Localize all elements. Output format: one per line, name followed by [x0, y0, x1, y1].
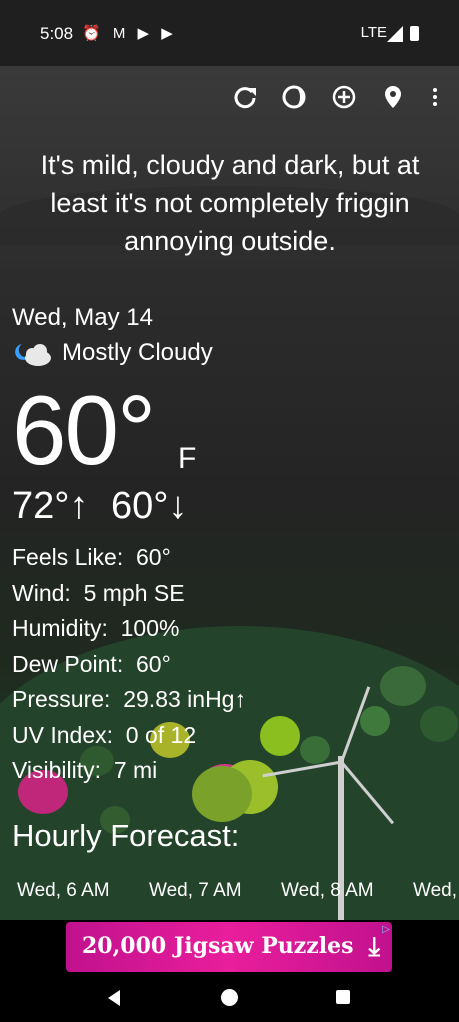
tree	[260, 716, 300, 756]
detail-label: Pressure:	[12, 686, 111, 712]
refresh-icon[interactable]	[232, 84, 258, 110]
detail-value: 100%	[120, 615, 180, 641]
more-icon[interactable]	[422, 84, 448, 110]
detail-uv-index: UV Index: 0 of 12	[12, 718, 246, 754]
detail-label: Humidity:	[12, 615, 108, 641]
condition-text: Mostly Cloudy	[62, 339, 213, 366]
status-time: 5:08	[40, 24, 74, 43]
network-type: LTE	[360, 24, 387, 41]
download-arrow-icon: ⤓	[368, 931, 381, 961]
detail-wind: Wind: 5 mph SE	[12, 576, 246, 612]
detail-label: Wind:	[12, 579, 71, 606]
detail-value: 60°	[136, 650, 171, 677]
hourly-forecast-title: Hourly Forecast:	[12, 818, 240, 853]
signal-icon	[387, 26, 403, 42]
tree	[420, 706, 458, 742]
detail-pressure: Pressure: 29.83 inHg↑	[12, 682, 246, 718]
detail-feels-like: Feels Like: 60°	[12, 540, 246, 576]
hourly-item[interactable]: Wed, 6 AM	[17, 880, 110, 902]
ad-text: 20,000 Jigsaw Puzzles	[82, 933, 354, 959]
hourly-item[interactable]: Wed,	[413, 880, 457, 902]
ad-banner[interactable]: 20,000 Jigsaw Puzzles ⤓ ▷	[66, 922, 392, 972]
detail-value: 60°	[136, 544, 171, 570]
detail-label: Dew Point:	[12, 650, 124, 677]
temperature-unit: F	[178, 442, 197, 475]
notification-icons: ⏰ M ▶ ▶	[82, 25, 177, 42]
current-temperature: 60°	[12, 375, 156, 485]
back-icon[interactable]	[108, 990, 120, 1006]
home-icon[interactable]	[221, 989, 238, 1006]
status-bar: 5:08 ⏰ M ▶ ▶ LTE	[0, 0, 459, 66]
tree	[300, 736, 330, 764]
detail-visibility: Visibility: 7 mi	[12, 753, 246, 789]
detail-label: Feels Like:	[12, 544, 124, 570]
high-low-temperature: 72°↑ 60°↓	[12, 485, 188, 528]
detail-value: 7 mi	[113, 757, 158, 783]
ad-choices-icon[interactable]: ▷	[382, 924, 390, 935]
detail-dew-point: Dew Point: 60°	[12, 647, 246, 683]
low-temperature: 60°↓	[111, 485, 188, 527]
high-temperature: 72°↑	[12, 485, 89, 527]
detail-value: 5 mph SE	[83, 579, 185, 606]
battery-icon	[410, 26, 419, 41]
weather-details: Feels Like: 60° Wind: 5 mph SE Humidity:…	[12, 540, 246, 789]
detail-humidity: Humidity: 100%	[12, 611, 246, 647]
tree	[360, 706, 390, 736]
mostly-cloudy-night-icon	[12, 342, 54, 368]
detail-value: 0 of 12	[125, 721, 197, 748]
detail-label: Visibility:	[12, 757, 102, 783]
detail-label: UV Index:	[12, 721, 113, 748]
theme-icon[interactable]	[281, 84, 307, 110]
hourly-item[interactable]: Wed, 8 AM	[281, 880, 374, 902]
location-pin-icon[interactable]	[380, 84, 406, 110]
tree	[380, 666, 426, 706]
add-location-icon[interactable]	[331, 84, 357, 110]
recent-apps-icon[interactable]	[336, 990, 350, 1004]
detail-value: 29.83 inHg↑	[123, 686, 246, 712]
weather-headline: It's mild, cloudy and dark, but at least…	[40, 150, 420, 256]
hourly-item[interactable]: Wed, 7 AM	[149, 880, 242, 902]
current-date: Wed, May 14	[12, 304, 153, 331]
